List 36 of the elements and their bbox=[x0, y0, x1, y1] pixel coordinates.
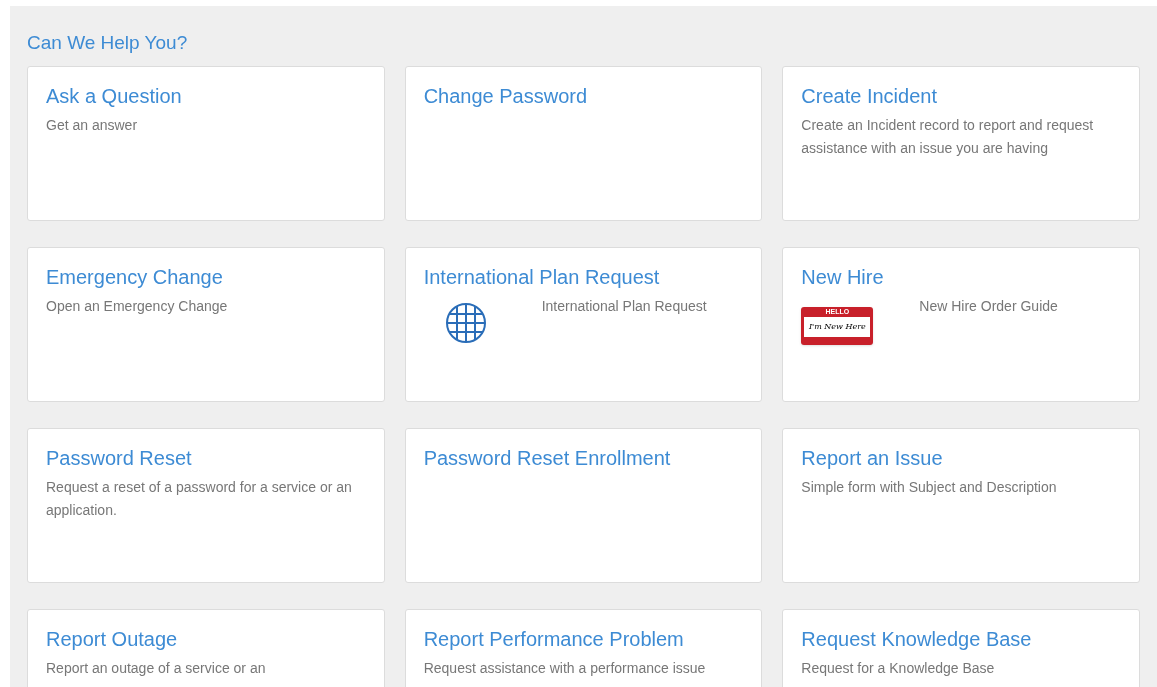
card-title[interactable]: Report an Issue bbox=[801, 447, 943, 469]
card-title[interactable]: New Hire bbox=[801, 266, 884, 288]
catalog-card[interactable]: Password Reset Enrollment bbox=[404, 428, 763, 583]
catalog-card[interactable]: Ask a Question Get an answer bbox=[27, 66, 385, 221]
card-title[interactable]: Report Outage bbox=[46, 628, 178, 650]
card-title[interactable]: Change Password bbox=[423, 85, 588, 107]
card-description: Request a reset of a password for a service or an application. bbox=[46, 478, 353, 520]
section-title: Can We Help You? bbox=[27, 32, 188, 53]
catalog-card[interactable]: Emergency Change Open an Emergency Change bbox=[27, 247, 385, 402]
card-description: Create an Incident record to report and request assistance with an issue you are having bbox=[801, 116, 1095, 158]
card-title[interactable]: Report Performance Problem bbox=[423, 628, 684, 650]
card-description: Get an answer bbox=[46, 116, 139, 135]
card-description: Report an outage of a service or an bbox=[46, 659, 267, 678]
catalog-card[interactable]: Change Password bbox=[404, 66, 763, 221]
card-title[interactable]: Password Reset bbox=[46, 447, 192, 469]
card-title[interactable]: Create Incident bbox=[801, 85, 937, 107]
catalog-card[interactable]: Password Reset Request a reset of a password for a service or an application. bbox=[27, 428, 385, 583]
sticker-text: I'm New Here bbox=[804, 317, 871, 337]
card-title[interactable]: Ask a Question bbox=[46, 85, 182, 107]
card-title[interactable]: Emergency Change bbox=[46, 266, 223, 288]
card-description: International Plan Request bbox=[541, 297, 707, 316]
globe-icon bbox=[443, 301, 488, 345]
card-description: Request assistance with a performance issue bbox=[423, 659, 707, 678]
catalog-card[interactable]: International Plan Request International Plan Request bbox=[404, 247, 763, 402]
catalog-card[interactable]: Create Incident Create an Incident record to report and request assistance with an issue you are having bbox=[782, 66, 1140, 221]
catalog-card[interactable]: Request Knowledge Base Request for a Knowledge Base bbox=[782, 609, 1140, 687]
catalog-card[interactable]: Report Performance Problem Request assistance with a performance issue bbox=[404, 609, 763, 687]
card-title[interactable]: Request Knowledge Base bbox=[801, 628, 1032, 650]
catalog-card[interactable]: Report Outage Report an outage of a service or an bbox=[27, 609, 385, 687]
card-description: Open an Emergency Change bbox=[46, 297, 229, 316]
card-title[interactable]: International Plan Request bbox=[423, 266, 660, 288]
card-description: New Hire Order Guide bbox=[919, 297, 1058, 316]
card-description: Simple form with Subject and Description bbox=[801, 478, 1058, 497]
catalog-card[interactable]: Report an Issue Simple form with Subject and Description bbox=[782, 428, 1140, 583]
card-description: Request for a Knowledge Base bbox=[801, 659, 996, 678]
card-title[interactable]: Password Reset Enrollment bbox=[423, 447, 671, 469]
